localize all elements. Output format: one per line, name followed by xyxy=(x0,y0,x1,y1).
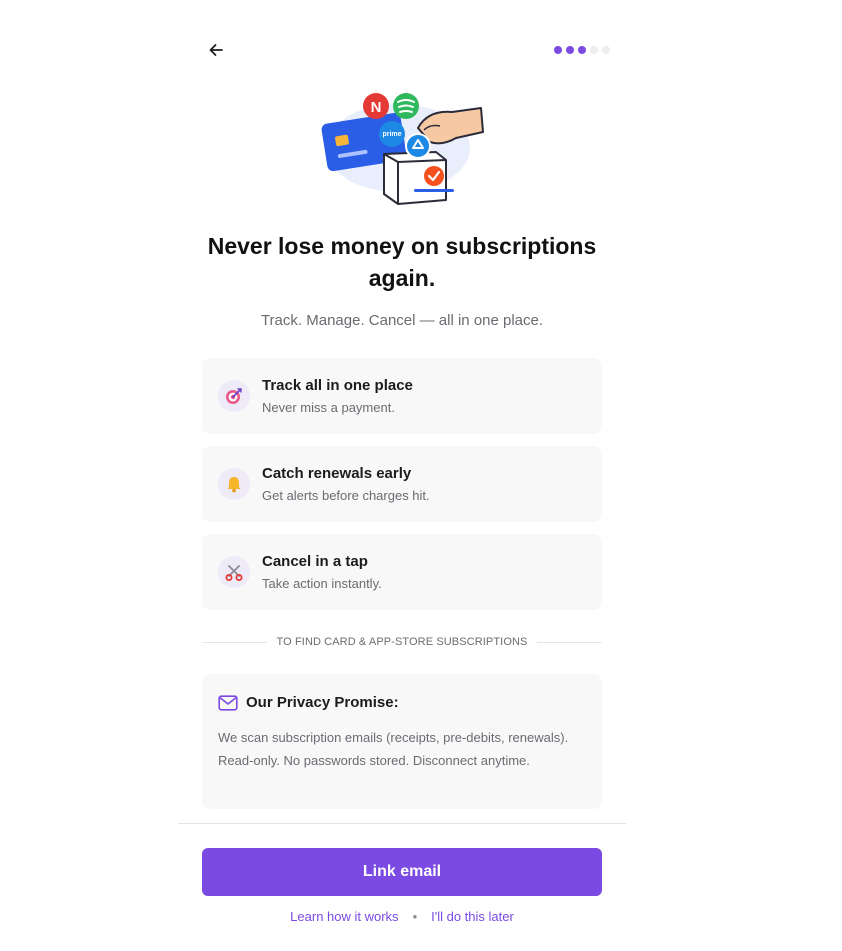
footer-divider xyxy=(178,823,626,824)
footer-links: Learn how it works • I'll do this later xyxy=(178,909,626,924)
svg-text:N: N xyxy=(371,99,382,116)
privacy-title: Our Privacy Promise: xyxy=(246,694,399,711)
target-icon xyxy=(218,380,250,412)
do-this-later-link[interactable]: I'll do this later xyxy=(431,909,514,924)
progress-dot-inactive xyxy=(590,46,598,54)
divider-line xyxy=(537,641,602,643)
arrow-left-icon xyxy=(209,44,223,56)
progress-dot-active xyxy=(554,46,562,54)
netflix-logo-icon: N xyxy=(363,93,389,119)
back-button[interactable] xyxy=(204,38,228,62)
divider-label: TO FIND CARD & APP-STORE SUBSCRIPTIONS xyxy=(276,636,528,648)
page-subtitle: Track. Manage. Cancel — all in one place… xyxy=(260,312,544,329)
privacy-body: We scan subscription emails (receipts, p… xyxy=(218,730,569,768)
feature-title: Catch renewals early xyxy=(262,465,412,482)
scissors-icon xyxy=(218,556,250,588)
spotify-logo-icon xyxy=(393,93,419,119)
section-divider: TO FIND CARD & APP-STORE SUBSCRIPTIONS xyxy=(202,634,602,650)
privacy-card: Our Privacy Promise: We scan subscriptio… xyxy=(202,674,602,809)
feature-subtitle: Get alerts before charges hit. xyxy=(262,488,430,503)
feature-renewals: Catch renewals early Get alerts before c… xyxy=(202,446,602,522)
progress-dot-active xyxy=(578,46,586,54)
feature-track: Track all in one place Never miss a paym… xyxy=(202,358,602,434)
progress-dot-active xyxy=(566,46,574,54)
feature-cancel: Cancel in a tap Take action instantly. xyxy=(202,534,602,610)
feature-subtitle: Take action instantly. xyxy=(262,576,382,591)
learn-how-it-works-link[interactable]: Learn how it works xyxy=(290,909,398,924)
progress-indicator xyxy=(554,46,610,54)
privacy-header: Our Privacy Promise: xyxy=(218,694,399,711)
mail-icon xyxy=(218,694,238,711)
app-coin-icon xyxy=(405,133,431,159)
divider-line xyxy=(202,641,267,643)
bell-icon xyxy=(218,468,250,500)
feature-title: Cancel in a tap xyxy=(262,553,368,570)
link-separator: • xyxy=(412,909,418,924)
onboarding-screen: N prime Never lose money on subscription… xyxy=(178,0,626,951)
hero-illustration: N prime xyxy=(321,93,484,205)
feature-title: Track all in one place xyxy=(262,377,413,394)
feature-subtitle: Never miss a payment. xyxy=(262,400,395,415)
svg-text:prime: prime xyxy=(382,131,401,138)
page-title: Never lose money on subscriptions again. xyxy=(207,233,597,291)
link-email-button[interactable]: Link email xyxy=(202,848,602,896)
prime-logo-icon: prime xyxy=(379,121,405,147)
ballot-box-icon xyxy=(383,151,454,205)
progress-dot-inactive xyxy=(602,46,610,54)
